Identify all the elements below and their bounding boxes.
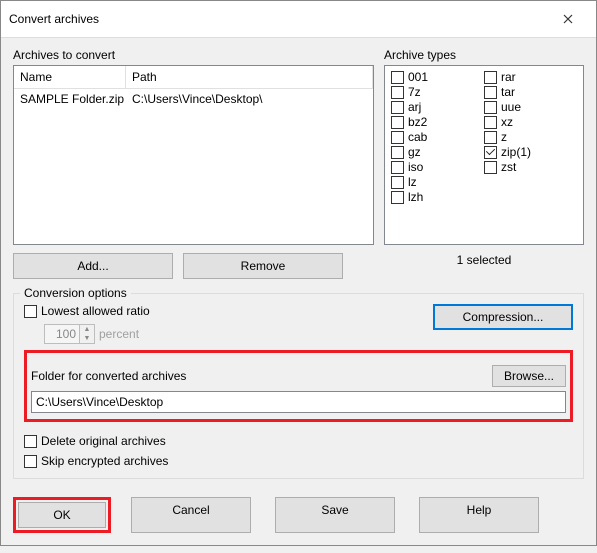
type-item-zip1[interactable]: zip(1) (484, 145, 577, 159)
save-button[interactable]: Save (275, 497, 395, 533)
type-item-z[interactable]: z (484, 130, 577, 144)
type-item-xz[interactable]: xz (484, 115, 577, 129)
type-checkbox[interactable] (391, 146, 404, 159)
type-item-lz[interactable]: lz (391, 175, 484, 189)
type-item-lzh[interactable]: lzh (391, 190, 484, 204)
type-item-rar[interactable]: rar (484, 70, 577, 84)
type-label: cab (408, 130, 427, 144)
type-checkbox[interactable] (391, 131, 404, 144)
type-item-bz2[interactable]: bz2 (391, 115, 484, 129)
type-item-arj[interactable]: arj (391, 100, 484, 114)
cell-path: C:\Users\Vince\Desktop\ (126, 89, 373, 109)
type-item-cab[interactable]: cab (391, 130, 484, 144)
type-label: iso (408, 160, 423, 174)
highlight-folder-section: Folder for converted archives Browse... (24, 350, 573, 422)
delete-original-checkbox[interactable] (24, 435, 37, 448)
ok-button[interactable]: OK (18, 502, 106, 528)
conversion-options-group: Conversion options Lowest allowed ratio … (13, 293, 584, 479)
delete-original-label: Delete original archives (41, 434, 166, 448)
browse-button[interactable]: Browse... (492, 365, 566, 387)
type-label: gz (408, 145, 421, 159)
type-label: lzh (408, 190, 423, 204)
type-checkbox[interactable] (391, 116, 404, 129)
archive-types-list: 0017zarjbz2cabgzisolzlzh rartaruuexzzzip… (384, 65, 584, 245)
type-checkbox[interactable] (484, 131, 497, 144)
type-item-uue[interactable]: uue (484, 100, 577, 114)
type-label: z (501, 130, 507, 144)
type-label: arj (408, 100, 421, 114)
type-item-iso[interactable]: iso (391, 160, 484, 174)
archives-list[interactable]: Name Path SAMPLE Folder.zip C:\Users\Vin… (13, 65, 374, 245)
folder-label: Folder for converted archives (31, 369, 486, 383)
type-item-7z[interactable]: 7z (391, 85, 484, 99)
ratio-input[interactable] (45, 325, 79, 343)
ratio-spinner[interactable]: ▲ ▼ (44, 324, 95, 344)
type-checkbox[interactable] (391, 191, 404, 204)
convert-archives-dialog: Convert archives Archives to convert Nam… (0, 0, 597, 546)
type-checkbox[interactable] (484, 146, 497, 159)
skip-encrypted-label: Skip encrypted archives (41, 454, 168, 468)
type-checkbox[interactable] (391, 176, 404, 189)
selected-count: 1 selected (384, 245, 584, 279)
table-row[interactable]: SAMPLE Folder.zip C:\Users\Vince\Desktop… (14, 89, 373, 109)
type-item-001[interactable]: 001 (391, 70, 484, 84)
type-checkbox[interactable] (391, 71, 404, 84)
cancel-button[interactable]: Cancel (131, 497, 251, 533)
add-button[interactable]: Add... (13, 253, 173, 279)
type-item-tar[interactable]: tar (484, 85, 577, 99)
archives-label: Archives to convert (13, 48, 374, 62)
type-checkbox[interactable] (484, 161, 497, 174)
types-label: Archive types (384, 48, 584, 62)
spinner-down-icon[interactable]: ▼ (80, 334, 94, 343)
skip-encrypted-checkbox[interactable] (24, 455, 37, 468)
highlight-ok-button: OK (13, 497, 111, 533)
type-label: bz2 (408, 115, 427, 129)
titlebar: Convert archives (1, 1, 596, 38)
type-label: uue (501, 100, 521, 114)
type-label: zip(1) (501, 145, 531, 159)
close-button[interactable] (548, 7, 588, 31)
type-item-zst[interactable]: zst (484, 160, 577, 174)
remove-button[interactable]: Remove (183, 253, 343, 279)
type-checkbox[interactable] (391, 161, 404, 174)
lowest-ratio-checkbox[interactable] (24, 305, 37, 318)
type-label: tar (501, 85, 515, 99)
type-checkbox[interactable] (391, 101, 404, 114)
type-checkbox[interactable] (484, 71, 497, 84)
folder-input[interactable] (31, 391, 566, 413)
type-label: 001 (408, 70, 428, 84)
column-header-path[interactable]: Path (126, 66, 373, 88)
type-checkbox[interactable] (484, 86, 497, 99)
percent-label: percent (99, 327, 139, 341)
type-label: zst (501, 160, 516, 174)
type-checkbox[interactable] (484, 101, 497, 114)
options-legend: Conversion options (20, 286, 131, 300)
type-label: lz (408, 175, 417, 189)
cell-name: SAMPLE Folder.zip (14, 89, 126, 109)
type-item-gz[interactable]: gz (391, 145, 484, 159)
type-label: 7z (408, 85, 421, 99)
type-checkbox[interactable] (391, 86, 404, 99)
lowest-ratio-label: Lowest allowed ratio (41, 304, 150, 318)
type-label: rar (501, 70, 516, 84)
window-title: Convert archives (9, 12, 99, 26)
compression-button[interactable]: Compression... (433, 304, 573, 330)
spinner-up-icon[interactable]: ▲ (80, 325, 94, 334)
type-label: xz (501, 115, 513, 129)
type-checkbox[interactable] (484, 116, 497, 129)
column-header-name[interactable]: Name (14, 66, 126, 88)
help-button[interactable]: Help (419, 497, 539, 533)
close-icon (563, 14, 573, 24)
